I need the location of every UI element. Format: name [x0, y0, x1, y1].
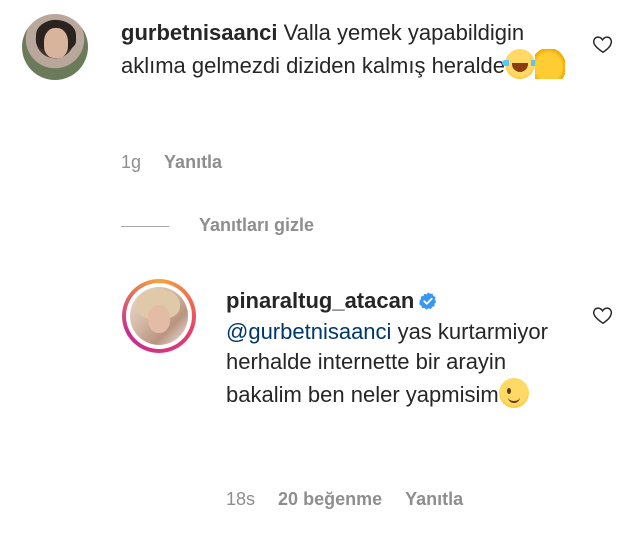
comment-username[interactable]: pinaraltug_atacan [226, 288, 414, 313]
comment-body: gurbetnisaanci Valla yemek yapabildigin … [121, 18, 566, 81]
verified-badge-icon [419, 292, 437, 310]
comment-meta: 1g Yanıtla [121, 152, 222, 173]
avatar-face [148, 305, 170, 333]
likes-count-button[interactable]: 20 beğenme [278, 489, 382, 509]
comment-body: pinaraltug_atacan @gurbetnisaanci yas ku… [226, 286, 576, 410]
clapping-emoji-icon [534, 48, 565, 79]
reply-button[interactable]: Yanıtla [164, 152, 222, 172]
heart-icon[interactable] [592, 33, 614, 55]
comment-meta: 18s 20 beğenme Yanıtla [226, 489, 463, 510]
comment-time: 1g [121, 152, 142, 172]
hide-replies-button[interactable]: Yanıtları gizle [199, 215, 314, 236]
divider [121, 226, 169, 227]
comment-time: 18s [226, 489, 256, 509]
reply-button[interactable]: Yanıtla [405, 489, 463, 509]
avatar[interactable] [22, 14, 88, 80]
winking-emoji-icon [498, 377, 529, 408]
comment-username[interactable]: gurbetnisaanci [121, 20, 277, 45]
avatar[interactable] [130, 287, 188, 345]
avatar-face [44, 28, 68, 58]
mention-link[interactable]: @gurbetnisaanci [226, 319, 391, 344]
laughing-emoji-icon [501, 48, 538, 79]
heart-icon[interactable] [592, 304, 614, 326]
